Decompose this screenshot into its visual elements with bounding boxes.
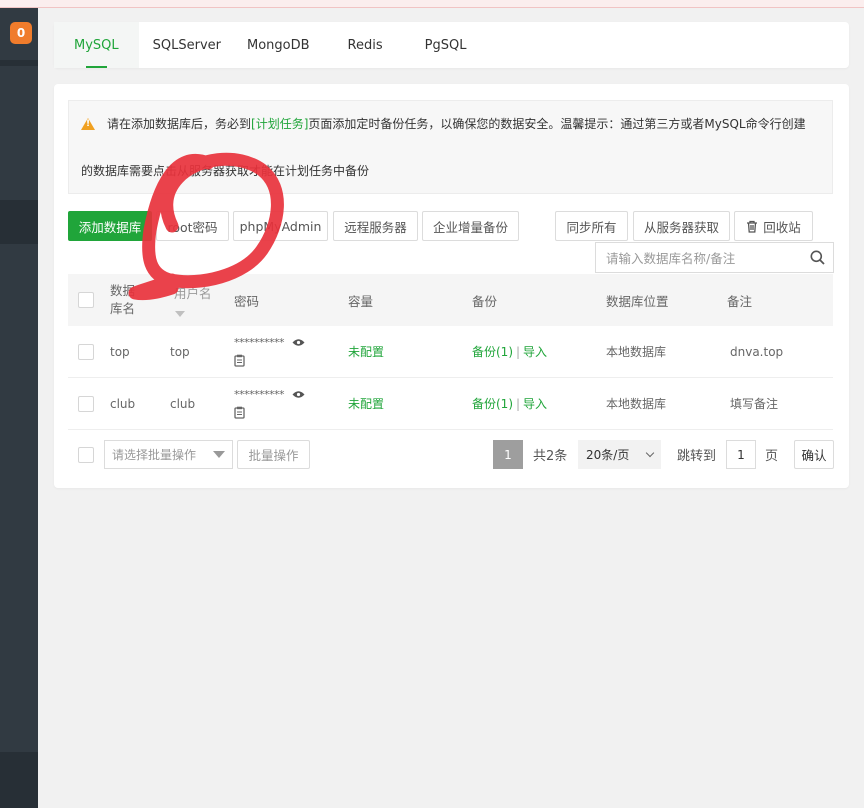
- header-location: 数据库位置: [606, 293, 669, 309]
- backup-link[interactable]: 备份(1): [472, 343, 513, 360]
- capacity-cell[interactable]: 未配置: [348, 378, 384, 429]
- tab-mongodb[interactable]: MongoDB: [235, 22, 338, 68]
- cron-task-link[interactable]: [计划任务]: [251, 118, 308, 130]
- get-from-server-button[interactable]: 从服务器获取: [633, 211, 730, 241]
- capacity-cell[interactable]: 未配置: [348, 326, 384, 377]
- password-value: **********: [234, 336, 285, 349]
- page-size-select[interactable]: 20条/页: [578, 440, 661, 469]
- search-box[interactable]: 请输入数据库名称/备注: [595, 242, 834, 273]
- database-panel: ! 请在添加数据库后，务必到 [计划任务] 页面添加定时备份任务，以确保您的数据…: [54, 84, 849, 488]
- page-number-current[interactable]: 1: [493, 440, 523, 469]
- notification-badge[interactable]: 0: [10, 22, 32, 44]
- top-border: [0, 0, 864, 8]
- total-count: 共2条: [533, 449, 568, 464]
- sidebar-item-active[interactable]: [0, 200, 38, 244]
- header-db-name[interactable]: 数据库名: [110, 274, 140, 326]
- add-database-button[interactable]: 添加数据库: [68, 211, 152, 241]
- alert-text-after: 页面添加定时备份任务，以确保您的数据安全。温馨提示：通过第三方或者MySQL命令…: [308, 117, 806, 131]
- backup-warning-alert: ! 请在添加数据库后，务必到 [计划任务] 页面添加定时备份任务，以确保您的数据…: [68, 100, 833, 194]
- sync-all-button[interactable]: 同步所有: [555, 211, 628, 241]
- table-row: top top ********** 未配置 备份(1) | 导入 本地数据库 …: [68, 326, 833, 378]
- alert-line-1: ! 请在添加数据库后，务必到 [计划任务] 页面添加定时备份任务，以确保您的数据…: [81, 118, 806, 130]
- note-cell[interactable]: dnva.top: [730, 326, 783, 377]
- page-unit-label: 页: [765, 449, 779, 464]
- sort-arrow-icon[interactable]: [175, 311, 185, 317]
- batch-operation-select[interactable]: 请选择批量操作: [104, 440, 233, 469]
- enterprise-backup-button[interactable]: 企业增量备份: [422, 211, 519, 241]
- jump-label: 跳转到: [677, 449, 717, 464]
- header-backup: 备份: [472, 293, 498, 309]
- database-table: 数据库名 用户名 密码 容量 备份 数据库位置 备注 top top *****…: [68, 274, 833, 430]
- eye-icon[interactable]: [292, 390, 305, 399]
- table-footer: 请选择批量操作 批量操作 1 共2条 20条/页 跳转到 1 页 确认: [68, 440, 834, 470]
- remote-server-button[interactable]: 远程服务器: [333, 211, 418, 241]
- tab-sqlserver[interactable]: SQLServer: [139, 22, 235, 68]
- phpmyadmin-button[interactable]: phpMyAdmin: [233, 211, 328, 241]
- row-checkbox[interactable]: [78, 395, 94, 412]
- warning-icon: !: [81, 118, 95, 130]
- batch-select-placeholder: 请选择批量操作: [112, 448, 197, 462]
- backup-cell: 备份(1) | 导入: [472, 378, 547, 429]
- tab-pgsql[interactable]: PgSQL: [415, 22, 485, 68]
- username-cell: top: [170, 344, 190, 359]
- backup-separator: |: [516, 396, 521, 411]
- username-cell: club: [170, 396, 196, 411]
- backup-separator: |: [516, 344, 521, 359]
- password-cell: **********: [234, 326, 305, 377]
- password-cell: **********: [234, 378, 305, 429]
- trash-icon: [747, 220, 758, 233]
- copy-icon[interactable]: [234, 354, 245, 367]
- note-cell[interactable]: 填写备注: [730, 378, 778, 429]
- page-size-value: 20条/页: [586, 448, 630, 462]
- tab-mysql[interactable]: MySQL: [54, 22, 139, 68]
- caret-down-icon: [213, 451, 225, 458]
- header-capacity: 容量: [348, 293, 374, 309]
- import-link[interactable]: 导入: [523, 395, 547, 412]
- recycle-bin-button[interactable]: 回收站: [734, 211, 813, 241]
- jump-page-input[interactable]: 1: [726, 440, 756, 469]
- footer-select-all-checkbox[interactable]: [78, 446, 94, 463]
- tab-redis[interactable]: Redis: [338, 22, 415, 68]
- search-icon[interactable]: [810, 250, 825, 265]
- alert-line-2: 的数据库需要点击从服务器获取才能在计划任务中备份: [81, 164, 370, 178]
- db-name-cell: top: [110, 344, 130, 359]
- db-name-cell: club: [110, 396, 136, 411]
- search-input[interactable]: 请输入数据库名称/备注: [606, 248, 810, 267]
- recycle-bin-label: 回收站: [763, 219, 801, 235]
- sidebar-bottom: [0, 752, 38, 808]
- header-password: 密码: [234, 293, 260, 309]
- eye-icon[interactable]: [292, 338, 305, 347]
- location-cell: 本地数据库: [606, 345, 667, 359]
- header-note: 备注: [727, 293, 753, 309]
- backup-link[interactable]: 备份(1): [472, 395, 513, 412]
- chevron-down-icon: [645, 448, 655, 457]
- copy-icon[interactable]: [234, 406, 245, 419]
- table-row: club club ********** 未配置 备份(1) | 导入 本地数据…: [68, 378, 833, 430]
- password-value: **********: [234, 388, 285, 401]
- row-checkbox[interactable]: [78, 343, 94, 360]
- sidebar-divider: [0, 60, 38, 66]
- batch-operation-button[interactable]: 批量操作: [237, 440, 310, 469]
- location-cell: 本地数据库: [606, 397, 667, 411]
- sidebar: 0: [0, 8, 38, 808]
- jump-confirm-button[interactable]: 确认: [794, 440, 834, 469]
- database-type-tabs: MySQL SQLServer MongoDB Redis PgSQL: [54, 22, 849, 68]
- table-header: 数据库名 用户名 密码 容量 备份 数据库位置 备注: [68, 274, 833, 326]
- root-password-button[interactable]: root密码: [156, 211, 229, 241]
- backup-cell: 备份(1) | 导入: [472, 326, 547, 377]
- alert-text-before: 请在添加数据库后，务必到: [107, 117, 252, 131]
- import-link[interactable]: 导入: [523, 343, 547, 360]
- select-all-checkbox[interactable]: [78, 292, 94, 308]
